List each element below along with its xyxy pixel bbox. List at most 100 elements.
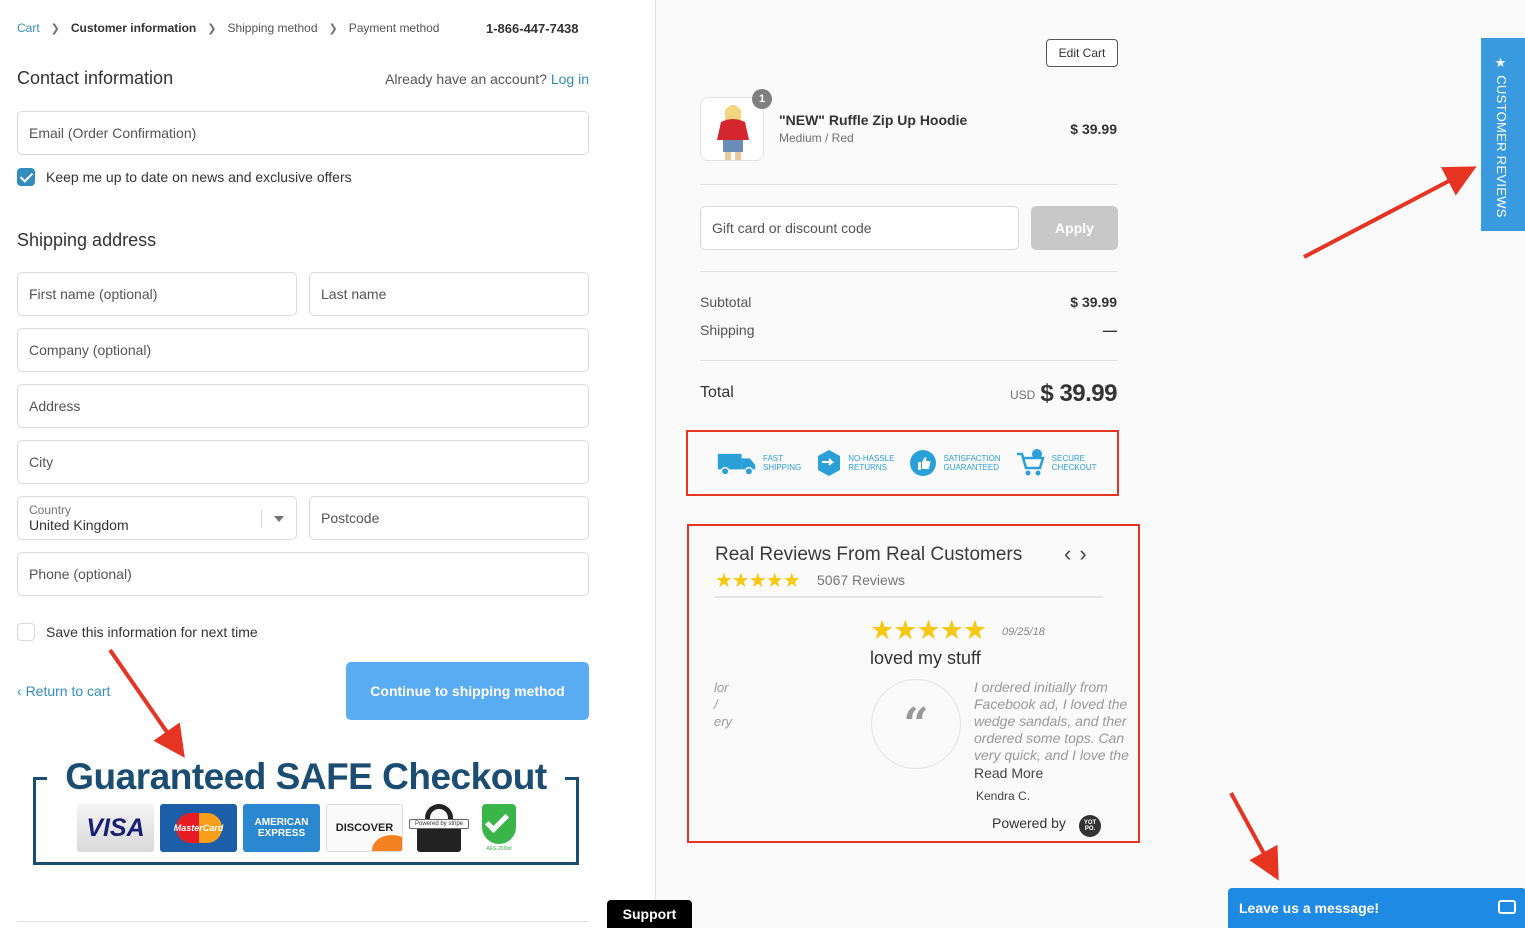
breadcrumb-customer-information: Customer information	[70, 21, 197, 35]
leave-message-button[interactable]: Leave us a message!	[1228, 888, 1525, 928]
safe-checkout-title: Guaranteed SAFE Checkout	[65, 756, 547, 797]
badge-text: NO-HASSLE	[848, 454, 895, 463]
company-field[interactable]: Company (optional)	[17, 328, 589, 372]
badge-text: GUARANTEED	[943, 463, 1000, 472]
divider	[700, 360, 1118, 361]
quantity-badge: 1	[752, 89, 772, 109]
review-line: Facebook ad, I loved the	[974, 696, 1128, 712]
trust-badges: FAST SHIPPING NO-HASSLE RETURNS SATISFACTI…	[716, 448, 1097, 478]
breadcrumb: Cart ❯ Customer information ❯ Shipping m…	[17, 21, 439, 35]
cart-icon	[1015, 448, 1047, 478]
review-date: 09/25/18	[1002, 626, 1045, 638]
checkout-form-pane: Cart ❯ Customer information ❯ Shipping m…	[0, 0, 655, 928]
discount-code-input[interactable]: Gift card or discount code	[700, 206, 1019, 250]
order-summary-pane: Edit Cart 1 "NEW" Ruffle Zip Up Hoodie M…	[655, 0, 1525, 928]
read-more-link[interactable]: Read More	[974, 765, 1043, 781]
fragment-line: lor	[714, 680, 729, 695]
secure-checkout-badge: SECURE CHECKOUT	[1015, 448, 1097, 478]
first-name-field[interactable]: First name (optional)	[17, 272, 297, 316]
chat-icon	[1498, 900, 1516, 914]
review-count[interactable]: 5067 Reviews	[817, 572, 905, 588]
divider	[700, 271, 1118, 272]
company-placeholder: Company (optional)	[29, 342, 152, 358]
return-label: Return to cart	[25, 683, 111, 699]
support-phone[interactable]: 1-866-447-7438	[486, 21, 579, 36]
divider	[700, 184, 1118, 185]
discover-logo: DISCOVER	[326, 804, 403, 852]
edit-cart-button[interactable]: Edit Cart	[1046, 39, 1118, 67]
save-info-checkbox[interactable]	[17, 623, 35, 641]
return-to-cart-link[interactable]: ‹ Return to cart	[17, 683, 110, 699]
country-select[interactable]: Country United Kingdom	[17, 496, 297, 540]
review-line: wedge sandals, and ther	[974, 713, 1127, 729]
review-body: I ordered initially from Facebook ad, I …	[974, 679, 1139, 765]
chevron-left-icon[interactable]: ‹	[1064, 541, 1079, 566]
city-field[interactable]: City	[17, 440, 589, 484]
shipping-heading: Shipping address	[17, 230, 157, 250]
total-value: $ 39.99	[1040, 380, 1117, 407]
postcode-placeholder: Postcode	[321, 510, 380, 526]
first-name-placeholder: First name (optional)	[29, 286, 158, 302]
email-placeholder: Email (Order Confirmation)	[29, 125, 197, 141]
address-placeholder: Address	[29, 398, 81, 414]
product-name: "NEW" Ruffle Zip Up Hoodie	[779, 112, 968, 128]
apply-discount-button[interactable]: Apply	[1031, 206, 1118, 250]
postcode-field[interactable]: Postcode	[309, 496, 589, 540]
breadcrumb-cart[interactable]: Cart	[17, 21, 40, 35]
chat-label: Leave us a message!	[1239, 900, 1380, 916]
yotpo-logo[interactable]: YOT PO.	[1079, 815, 1101, 837]
amex-logo: AMERICAN EXPRESS	[243, 804, 320, 852]
total-label: Total	[700, 384, 734, 401]
chevron-right-icon[interactable]: ›	[1079, 541, 1094, 566]
subtotal-value: $ 39.99	[1070, 294, 1117, 310]
address-field[interactable]: Address	[17, 384, 589, 428]
review-line: ordered some tops. Can	[974, 730, 1125, 746]
payment-logos: VISA MasterCard AMERICAN EXPRESS DISCOVE…	[77, 804, 523, 852]
shipping-value: —	[1103, 322, 1117, 338]
breadcrumb-shipping-method: Shipping method	[227, 21, 318, 35]
quote-icon: “	[871, 679, 961, 769]
subtotal-label: Subtotal	[700, 294, 752, 310]
select-divider	[261, 510, 262, 528]
phone-placeholder: Phone (optional)	[29, 566, 132, 582]
visa-logo: VISA	[77, 804, 154, 852]
divider	[715, 596, 1103, 598]
review-title: loved my stuff	[870, 648, 981, 668]
stripe-lock-icon: Powered by stripe	[409, 804, 469, 852]
customer-reviews-tab[interactable]: ★ CUSTOMER REVIEWS	[1481, 38, 1525, 231]
email-field[interactable]: Email (Order Confirmation)	[17, 111, 589, 155]
review-nav: ‹›	[1064, 541, 1095, 567]
side-tab-label: CUSTOMER REVIEWS	[1494, 75, 1509, 218]
chevron-right-icon: ❯	[50, 22, 60, 35]
product-variant: Medium / Red	[779, 131, 854, 145]
truck-icon	[716, 448, 758, 478]
save-info-label: Save this information for next time	[46, 624, 258, 640]
last-name-field[interactable]: Last name	[309, 272, 589, 316]
support-button[interactable]: Support	[607, 900, 692, 928]
newsletter-checkbox[interactable]	[17, 168, 35, 186]
country-value: United Kingdom	[29, 516, 129, 533]
divider	[17, 921, 589, 922]
city-placeholder: City	[29, 454, 54, 470]
returns-badge: NO-HASSLE RETURNS	[815, 448, 894, 478]
account-prompt-text: Already have an account?	[385, 71, 547, 87]
reviews-title: Real Reviews From Real Customers	[715, 544, 1023, 565]
review-author: Kendra C.	[976, 789, 1031, 803]
phone-field[interactable]: Phone (optional)	[17, 552, 589, 596]
star-icon: ★	[1494, 56, 1509, 76]
shipping-label: Shipping	[700, 322, 755, 338]
badge-text: RETURNS	[848, 463, 887, 472]
review-line: I ordered initially from	[974, 679, 1108, 695]
chevron-left-icon: ‹	[17, 683, 22, 699]
badge-text: SHIPPING	[763, 463, 802, 472]
login-link[interactable]: Log in	[551, 71, 589, 87]
thumbs-up-icon	[908, 448, 938, 478]
fragment-line: ery	[714, 714, 733, 729]
breadcrumb-payment-method: Payment method	[348, 21, 440, 35]
product-thumbnail	[700, 97, 764, 161]
previous-review-fragment: lor / ery	[714, 679, 732, 730]
powered-by-label: Powered by	[992, 815, 1066, 831]
box-icon	[815, 448, 843, 478]
continue-to-shipping-button[interactable]: Continue to shipping method	[346, 662, 589, 720]
safe-checkout-banner: Guaranteed SAFE Checkout VISA MasterCard…	[33, 756, 579, 866]
